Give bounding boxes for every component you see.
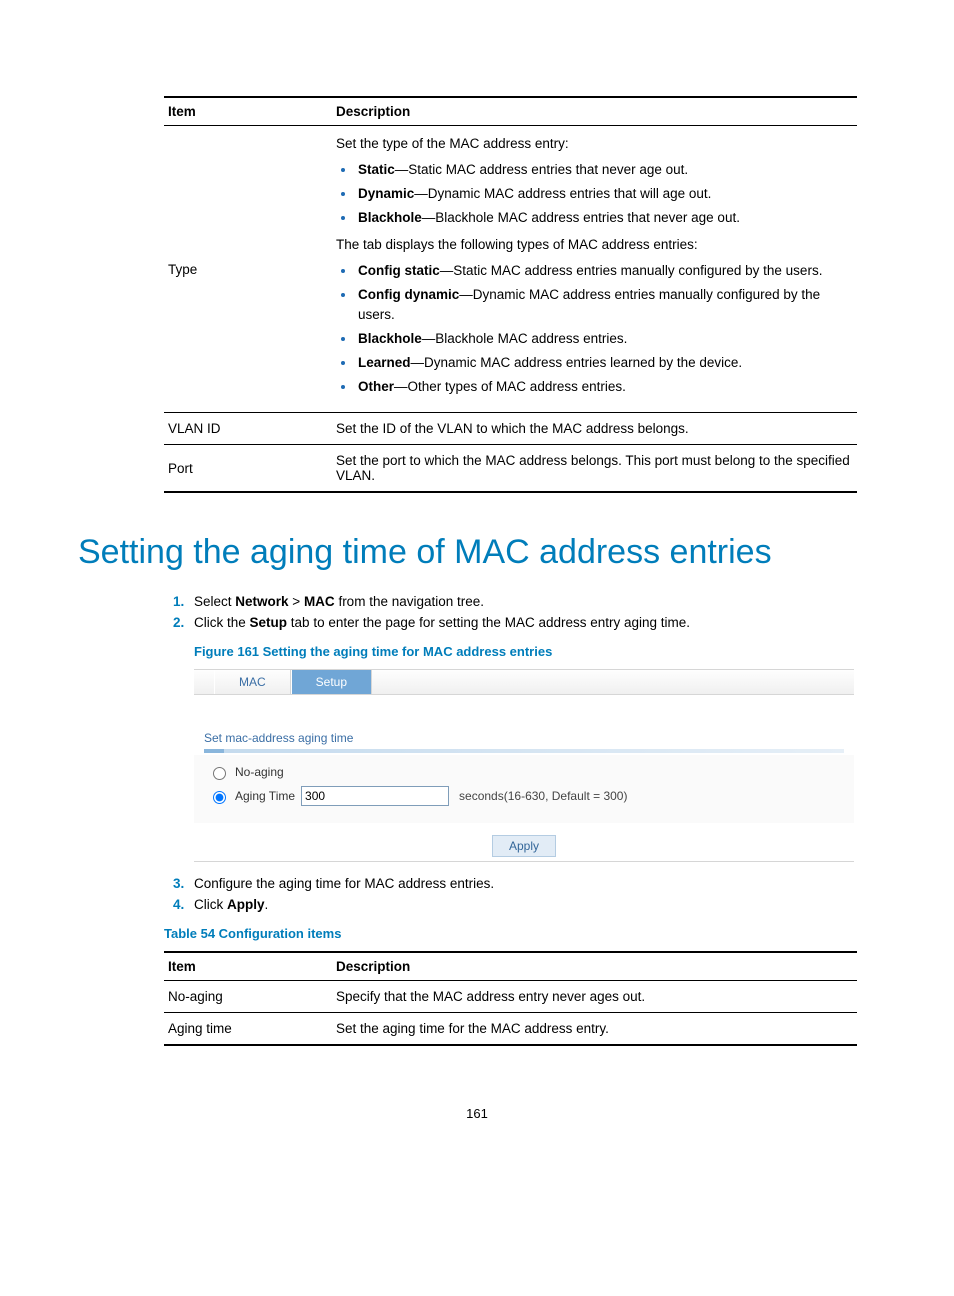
table-row: Aging time Set the aging time for the MA…	[164, 1012, 857, 1045]
type-list1: Static—Static MAC address entries that n…	[336, 159, 853, 229]
table-row: Type Set the type of the MAC address ent…	[164, 126, 857, 413]
steps-list-cont: Configure the aging time for MAC address…	[164, 876, 876, 912]
row-noaging-item: No-aging	[164, 980, 332, 1012]
no-aging-row: No-aging	[208, 761, 840, 783]
steps-list: Select Network > MAC from the navigation…	[164, 594, 876, 630]
page-number: 161	[78, 1106, 876, 1121]
aging-time-row: Aging Time seconds(16-630, Default = 300…	[208, 783, 840, 809]
screenshot-figure: MAC Setup Set mac-address aging time No-…	[194, 669, 854, 862]
table-row: No-aging Specify that the MAC address en…	[164, 980, 857, 1012]
aging-time-hint: seconds(16-630, Default = 300)	[459, 789, 627, 803]
config-items-table: Item Description No-aging Specify that t…	[164, 951, 857, 1046]
row-port-item: Port	[164, 445, 332, 493]
type-intro2: The tab displays the following types of …	[336, 235, 853, 256]
form-area: No-aging Aging Time seconds(16-630, Defa…	[194, 755, 854, 823]
apply-button[interactable]: Apply	[492, 835, 556, 857]
mac-type-table: Item Description Type Set the type of th…	[164, 96, 857, 493]
row-noaging-desc: Specify that the MAC address entry never…	[332, 980, 857, 1012]
figure-label: Figure 161 Setting the aging time for MA…	[194, 644, 876, 659]
table-header-item: Item	[164, 97, 332, 126]
tabs: MAC Setup	[194, 670, 854, 695]
type-list2: Config static—Static MAC address entries…	[336, 260, 853, 399]
caption-underline	[204, 749, 844, 753]
table-header-description: Description	[332, 97, 857, 126]
aging-time-radio[interactable]	[213, 791, 226, 804]
tab-mac[interactable]: MAC	[214, 670, 291, 694]
step-3: Configure the aging time for MAC address…	[188, 876, 876, 891]
row-type-desc: Set the type of the MAC address entry: S…	[332, 126, 857, 413]
step-1: Select Network > MAC from the navigation…	[188, 594, 876, 609]
table2-header-item: Item	[164, 952, 332, 981]
table-row: VLAN ID Set the ID of the VLAN to which …	[164, 413, 857, 445]
tab-setup[interactable]: Setup	[291, 670, 372, 694]
aging-time-label: Aging Time	[235, 789, 295, 803]
type-intro1: Set the type of the MAC address entry:	[336, 134, 853, 155]
table-label: Table 54 Configuration items	[164, 926, 876, 941]
no-aging-label: No-aging	[235, 765, 284, 779]
section-title: Setting the aging time of MAC address en…	[78, 533, 876, 572]
no-aging-radio[interactable]	[213, 767, 226, 780]
row-agingtime-desc: Set the aging time for the MAC address e…	[332, 1012, 857, 1045]
aging-time-input[interactable]	[301, 786, 449, 806]
table-row: Port Set the port to which the MAC addre…	[164, 445, 857, 493]
step-2: Click the Setup tab to enter the page fo…	[188, 615, 876, 630]
screenshot-section-caption: Set mac-address aging time	[194, 713, 854, 749]
row-vlan-desc: Set the ID of the VLAN to which the MAC …	[332, 413, 857, 445]
table2-header-description: Description	[332, 952, 857, 981]
row-port-desc: Set the port to which the MAC address be…	[332, 445, 857, 493]
row-vlan-item: VLAN ID	[164, 413, 332, 445]
row-type-item: Type	[164, 126, 332, 413]
row-agingtime-item: Aging time	[164, 1012, 332, 1045]
step-4: Click Apply.	[188, 897, 876, 912]
